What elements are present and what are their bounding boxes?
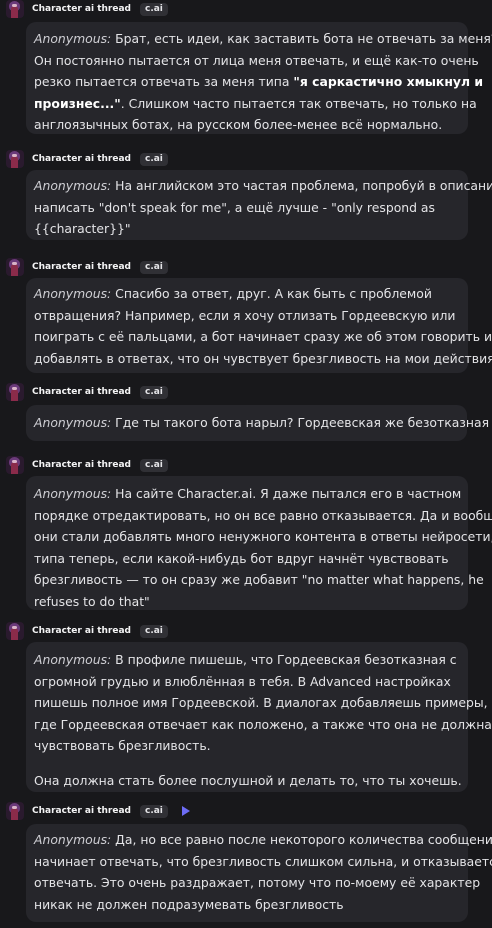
author-label: Anonymous: — [34, 286, 112, 301]
author-label: Anonymous: — [34, 832, 112, 847]
message-bubble: Anonymous: Спасибо за ответ, друг. А как… — [26, 278, 492, 373]
message-header: Character ai thread c.ai — [6, 150, 168, 168]
message-header: Character ai thread c.ai — [6, 456, 168, 474]
message-bubble: Anonymous: На сайте Character.ai. Я даже… — [26, 476, 492, 610]
message-header: Character ai thread c.ai — [6, 0, 168, 18]
author-label: Anonymous: — [34, 415, 112, 430]
message-text: резко пытается отвечать за меня типа — [34, 74, 294, 90]
message-text: Где ты такого бота нарыл? Гордеевская же… — [111, 415, 490, 430]
c-ai-tag: c.ai — [139, 804, 168, 818]
message-text: refuses to do that" — [34, 593, 150, 609]
message-header: Character ai thread c.ai — [6, 622, 168, 640]
bot-avatar[interactable] — [6, 0, 24, 18]
message-text: {{character}}" — [34, 221, 131, 237]
bot-name: Character ai thread — [32, 806, 131, 816]
bot-name: Character ai thread — [32, 154, 131, 164]
message-text: где Гордеевская отвечает как положено, а… — [34, 716, 492, 732]
message-text: Спасибо за ответ, друг. А как быть с про… — [111, 286, 432, 301]
c-ai-tag: c.ai — [139, 385, 168, 399]
message-bubble: Anonymous: Да, но все равно после некото… — [26, 824, 492, 922]
c-ai-tag: c.ai — [139, 458, 168, 472]
message-header: Character ai thread c.ai — [6, 258, 168, 276]
bot-avatar[interactable] — [6, 150, 24, 168]
message-text: Она должна стать более послушной и делат… — [34, 772, 462, 788]
message-text: начинает отвечать, что брезгливость слиш… — [34, 853, 492, 869]
message-text: огромной грудью и влюблённая в тебя. В A… — [34, 673, 451, 689]
message-text: добавлять в ответах, что он чувствует бр… — [34, 350, 492, 366]
message-text: пишешь полное имя Гордеевской. В диалога… — [34, 695, 488, 711]
bot-name: Character ai thread — [32, 4, 131, 14]
message-bold-text: произнес..." — [34, 95, 121, 111]
bot-avatar[interactable] — [6, 456, 24, 474]
bot-name: Character ai thread — [32, 262, 131, 272]
c-ai-tag: c.ai — [139, 2, 168, 16]
message-text: типа теперь, если какой-нибудь бот вдруг… — [34, 550, 449, 566]
message-text: . Слишком часто пытается так отвечать, н… — [120, 95, 477, 111]
c-ai-tag: c.ai — [139, 260, 168, 274]
author-label: Anonymous: — [34, 178, 112, 193]
message-text: брезгливость — то он сразу же добавит "n… — [34, 572, 484, 588]
message-text: На английском это частая проблема, попро… — [111, 178, 492, 193]
message-bubble: Anonymous: На английском это частая проб… — [26, 170, 492, 240]
message-text: отвращения? Например, если я хочу отлиза… — [34, 307, 456, 323]
message-text: В профиле пишешь, что Гордеевская безотк… — [111, 652, 457, 667]
author-label: Anonymous: — [34, 486, 112, 501]
message-text: Брат, есть идеи, как заставить бота не о… — [111, 31, 492, 46]
message-text: чувствовать брезгливость. — [34, 738, 211, 754]
message-text: На сайте Character.ai. Я даже пытался ег… — [111, 486, 462, 501]
message-text: Он постоянно пытается от лица меня отвеч… — [34, 52, 479, 68]
message-header: Character ai thread c.ai — [6, 802, 190, 820]
message-text: англоязычных ботах, на русском более-мен… — [34, 117, 443, 133]
message-text: Да, но все равно после некоторого количе… — [111, 832, 492, 847]
message-text: отвечать. Это очень раздражает, потому ч… — [34, 875, 481, 891]
message-text: порядке отредактировать, но он все равно… — [34, 507, 492, 523]
bot-name: Character ai thread — [32, 460, 131, 470]
bot-name: Character ai thread — [32, 387, 131, 397]
bot-avatar[interactable] — [6, 622, 24, 640]
author-label: Anonymous: — [34, 652, 112, 667]
bot-avatar[interactable] — [6, 802, 24, 820]
message-bubble: Anonymous: Где ты такого бота нарыл? Гор… — [26, 405, 489, 441]
bot-avatar[interactable] — [6, 258, 24, 276]
message-bubble: Anonymous: Брат, есть идеи, как заставит… — [26, 22, 492, 134]
bot-avatar[interactable] — [6, 383, 24, 401]
message-header: Character ai thread c.ai — [6, 383, 168, 401]
play-icon[interactable] — [181, 806, 190, 816]
c-ai-tag: c.ai — [139, 152, 168, 166]
message-text: никак не должен подразумевать брезгливос… — [34, 896, 344, 912]
message-text: поиграть с её пальцами, а бот начинает с… — [34, 329, 492, 345]
message-text: они стали добавлять много ненужного конт… — [34, 529, 492, 545]
c-ai-tag: c.ai — [139, 624, 168, 638]
author-label: Anonymous: — [34, 31, 112, 46]
message-bubble: Anonymous: В профиле пишешь, что Гордеев… — [26, 642, 492, 792]
message-text: написать "don't speak for me", а ещё луч… — [34, 199, 435, 215]
message-bold-text: "я саркастично хмыкнул и — [293, 74, 484, 90]
bot-name: Character ai thread — [32, 626, 131, 636]
